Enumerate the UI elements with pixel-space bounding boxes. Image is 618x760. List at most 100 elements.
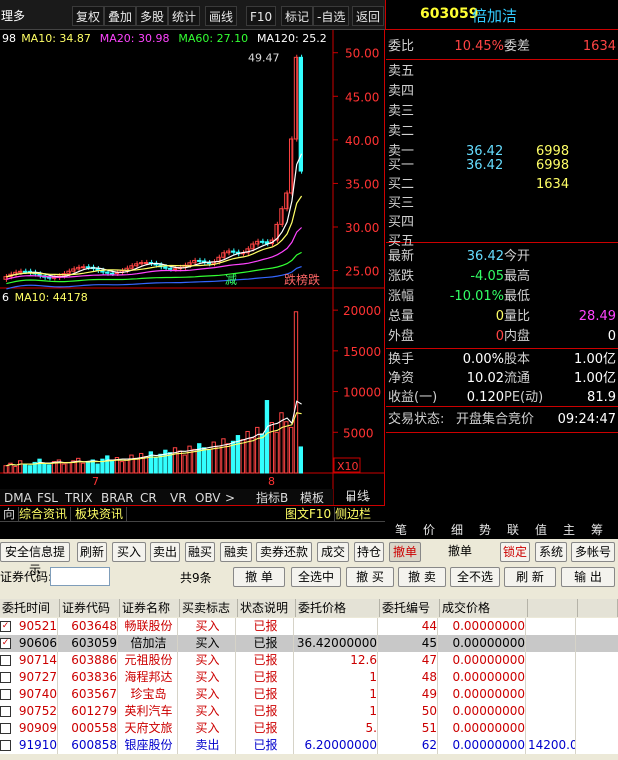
order-row[interactable]: 90909 000558 天府文旅 买入 已报 5. 51 0.00000000 (0, 720, 618, 737)
volume-bar (264, 400, 270, 474)
info-tab-sidebar[interactable]: 侧边栏 ◇ (332, 507, 385, 535)
info-tab-2[interactable]: 板块资讯 (72, 507, 128, 521)
order-row[interactable]: ✓ 90521 603648 畅联股份 买入 已报 44 0.00000000 (0, 618, 618, 635)
indicator-tab-6[interactable]: OBV (195, 491, 221, 505)
order-checkbox[interactable] (0, 672, 11, 683)
indicator-tab-11[interactable]: - (366, 491, 370, 505)
column-header-9[interactable] (578, 599, 618, 617)
volume-bar (269, 422, 274, 474)
column-header-4[interactable]: 状态说明 (238, 599, 296, 617)
toolbar-button-system[interactable]: 系统 (535, 542, 567, 562)
order-action-4[interactable]: 全不选 (450, 567, 500, 587)
order-row[interactable]: 91910 600858 银座股份 卖出 已报 6.20000000 62 0.0000000… (0, 737, 618, 754)
indicator-tab-9[interactable]: 模板 (300, 491, 324, 505)
toolbar-button-margin-buy[interactable]: 融买 (185, 542, 215, 562)
indicator-tab-7[interactable]: > (225, 491, 235, 505)
order-cell-name: 天府文旅 (120, 720, 178, 737)
bottom-tab-4[interactable]: 联 (505, 522, 521, 538)
order-checkbox[interactable] (0, 706, 11, 717)
order-checkbox[interactable] (0, 689, 11, 700)
bottom-tab-6[interactable]: 主 (561, 522, 577, 538)
column-header-2[interactable]: 证券名称 (120, 599, 180, 617)
order-action-2[interactable]: 撤 买 (346, 567, 394, 587)
toolbar-button-7[interactable]: -自选 (313, 6, 350, 26)
toolbar-button-4[interactable]: 画线 (205, 6, 238, 26)
order-cell-no: 49 (380, 686, 438, 703)
order-action-5[interactable]: 刷 新 (504, 567, 556, 587)
bottom-tab-5[interactable]: 值 (533, 522, 549, 538)
indicator-tab-0[interactable]: DMA (4, 491, 33, 505)
stat-value-1: -4.05 (470, 269, 504, 284)
toolbar-button-sell-repay[interactable]: 卖券还款 (256, 542, 312, 562)
order-checkbox[interactable] (0, 740, 11, 751)
order-row[interactable]: ✓ 90606 603059 倍加洁 买入 已报 36.42000000 45 0.000000… (0, 635, 618, 652)
stat-row-4: 外盘 0 内盘 0 (386, 327, 618, 347)
order-cell-price: 5. (296, 720, 378, 737)
toolbar-button-8[interactable]: 返回 (352, 6, 385, 26)
vol-ma5-line (6, 400, 302, 467)
bottom-tab-0[interactable]: 笔 (393, 522, 409, 538)
toolbar-button-5[interactable]: F10 (246, 6, 277, 26)
volume-bar (172, 447, 178, 474)
toolbar-more-label[interactable]: 理多 (0, 6, 28, 26)
order-action-3[interactable]: 撤 卖 (398, 567, 446, 587)
column-header-6[interactable]: 委托编号 (380, 599, 440, 617)
order-checkbox[interactable]: ✓ (0, 621, 11, 632)
order-action-1[interactable]: 全选中 (291, 567, 341, 587)
kline-and-volume-chart[interactable]: 98 MA10: 34.87 MA20: 30.98 MA60: 27.10 MA120… (0, 30, 385, 505)
toolbar-button-cancel[interactable]: 撤单 (389, 542, 421, 562)
order-checkbox[interactable]: ✓ (0, 638, 11, 649)
chart-area[interactable]: 98 MA10: 34.87 MA20: 30.98 MA60: 27.10 MA120… (0, 30, 385, 505)
order-row[interactable]: 90740 603567 珍宝岛 买入 已报 1 49 0.00000000 (0, 686, 618, 703)
stat2-row-0: 换手 0.00% 股本 1.00亿 (386, 350, 618, 370)
column-header-7[interactable]: 成交价格 (440, 599, 528, 617)
order-cell-price: 36.42000000 (296, 635, 378, 652)
order-checkbox[interactable] (0, 723, 11, 734)
toolbar-button-cancel-label[interactable]: 撤单 (440, 542, 480, 562)
bottom-tab-2[interactable]: 细 (449, 522, 465, 538)
indicator-tab-3[interactable]: BRAR (101, 491, 134, 505)
indicator-tab-4[interactable]: CR (140, 491, 157, 505)
toolbar-button-deals[interactable]: 成交 (317, 542, 349, 562)
order-cell-price: 6.20000000 (296, 737, 378, 754)
bottom-tab-1[interactable]: 价 (421, 522, 437, 538)
indicator-tab-10[interactable]: + (345, 491, 355, 505)
toolbar-button-sell[interactable]: 卖出 (150, 542, 180, 562)
info-tab-1[interactable]: 综合资讯 (16, 507, 72, 521)
toolbar-button-margin-sell[interactable]: 融卖 (220, 542, 252, 562)
order-checkbox[interactable] (0, 655, 11, 666)
order-row[interactable]: 90752 601279 英利汽车 买入 已报 1 50 0.00000000 (0, 703, 618, 720)
toolbar-button-3[interactable]: 统计 (168, 6, 201, 26)
indicator-tab-2[interactable]: TRIX (64, 491, 92, 505)
column-header-1[interactable]: 证券代码 (60, 599, 120, 617)
toolbar-button-6[interactable]: 标记 (281, 6, 314, 26)
indicator-tab-8[interactable]: 指标B (256, 490, 288, 505)
column-header-3[interactable]: 买卖标志 (180, 599, 238, 617)
weicha-value: 1634 (582, 39, 616, 54)
info-tab-f10[interactable]: 图文F10 (282, 507, 336, 521)
toolbar-button-0[interactable]: 复权 (72, 6, 105, 26)
toolbar-button-lock[interactable]: 锁定 (500, 542, 530, 562)
order-cell-name: 倍加洁 (120, 635, 178, 652)
order-row[interactable]: 90714 603886 元祖股份 买入 已报 12.6 47 0.00000000 (0, 652, 618, 669)
toolbar-button-refresh[interactable]: 刷新 (77, 542, 107, 562)
toolbar-button-multi-account[interactable]: 多帐号 (571, 542, 615, 562)
bottom-tab-3[interactable]: 势 (477, 522, 493, 538)
toolbar-button-safety-info[interactable]: 安全信息提示 (0, 542, 70, 577)
volume-bar (240, 439, 245, 474)
toolbar-button-buy[interactable]: 买入 (112, 542, 146, 562)
order-row[interactable]: 90727 603836 海程邦达 买入 已报 1 48 0.00000000 (0, 669, 618, 686)
toolbar-button-positions[interactable]: 持仓 (354, 542, 384, 562)
order-action-6[interactable]: 输 出 (561, 567, 615, 587)
bottom-tab-7[interactable]: 筹 (589, 522, 605, 538)
order-action-0[interactable]: 撤 单 (233, 567, 285, 587)
indicator-tab-1[interactable]: FSL (37, 491, 58, 505)
indicator-tab-5[interactable]: VR (170, 491, 187, 505)
stat2-label-2: 收益(一) (388, 390, 438, 405)
toolbar-button-2[interactable]: 多股 (136, 6, 169, 26)
column-header-0[interactable]: 委托时间 (0, 599, 60, 617)
code-input[interactable] (50, 567, 110, 586)
toolbar-button-1[interactable]: 叠加 (104, 6, 137, 26)
column-header-8[interactable] (528, 599, 578, 617)
column-header-5[interactable]: 委托价格 (296, 599, 380, 617)
